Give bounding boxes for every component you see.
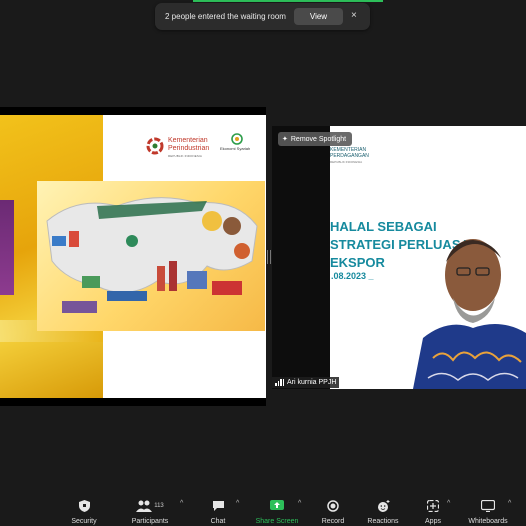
security-label: Security [71, 518, 97, 525]
participants-icon: 113 [136, 497, 164, 515]
apps-options-caret[interactable]: ^ [447, 500, 450, 507]
remove-spotlight-button[interactable]: ✦ Remove Spotlight [278, 132, 353, 146]
whiteboards-options-caret[interactable]: ^ [508, 500, 511, 507]
record-icon [327, 497, 339, 515]
waiting-room-message: 2 people entered the waiting room [165, 12, 286, 21]
slide-date: .08.2023 _ [331, 271, 374, 281]
speaker-name-tag: Ari kurnia PPJH [272, 377, 340, 388]
close-icon[interactable]: × [351, 10, 357, 21]
pin-icon: ✦ [282, 136, 288, 143]
chat-label: Chat [210, 518, 226, 525]
reactions-icon [377, 497, 390, 515]
apps-label: Apps [425, 518, 441, 525]
apps-icon [427, 497, 439, 515]
view-resize-handle[interactable] [267, 250, 271, 264]
participants-options-caret[interactable]: ^ [180, 500, 183, 507]
chat-button[interactable]: Chat [205, 490, 231, 526]
security-button[interactable]: Security [68, 490, 100, 526]
shared-screen-view: Kementerian Perindustrian REPUBLIK INDON… [0, 107, 266, 406]
kemendag-dept-line2: PERDAGANGAN [330, 153, 369, 159]
chat-options-caret[interactable]: ^ [236, 500, 239, 507]
shared-slide: Kementerian Perindustrian REPUBLIK INDON… [0, 115, 266, 398]
view-waiting-room-button[interactable]: View [294, 8, 343, 25]
world-map-illustration [46, 197, 258, 313]
halal-industry-illustration [37, 181, 265, 331]
kemenperin-logo-icon [146, 137, 164, 155]
whiteboards-label: Whiteboards [468, 518, 508, 525]
kemenperin-name-line2: Perindustrian [168, 145, 210, 152]
whiteboard-icon [481, 497, 495, 515]
waiting-room-notification: 2 people entered the waiting room View × [155, 3, 370, 30]
speaker-name: Ari kurnia PPJH [287, 379, 337, 386]
share-options-caret[interactable]: ^ [298, 500, 301, 507]
kemendag-sub: REPUBLIK INDONESIA [330, 160, 363, 164]
participants-label: Participants [131, 518, 169, 525]
speaker-person [413, 239, 526, 389]
kemenperin-name-line1: Kementerian [168, 137, 208, 144]
share-screen-button[interactable]: Share Screen [253, 490, 301, 526]
kemenperin-sub: REPUBLIK INDONESIA [168, 154, 202, 158]
active-speaker-indicator [193, 0, 383, 2]
participants-count: 113 [154, 503, 164, 509]
kemenperin-name: Kementerian Perindustrian [168, 137, 209, 153]
apps-button[interactable]: Apps [422, 490, 444, 526]
slide-purple-accent [0, 200, 14, 295]
share-screen-icon [270, 497, 284, 515]
signal-strength-icon [275, 379, 284, 386]
shield-icon [78, 497, 91, 515]
record-button[interactable]: Record [319, 490, 347, 526]
kemendag-department: KEMENTERIAN PERDAGANGAN [330, 147, 369, 159]
reactions-button[interactable]: Reactions [366, 490, 400, 526]
whiteboards-button[interactable]: Whiteboards [466, 490, 510, 526]
ekonomi-syariah-logo-icon [231, 133, 243, 145]
reactions-label: Reactions [367, 518, 399, 525]
remove-spotlight-label: Remove Spotlight [290, 135, 347, 143]
meeting-toolbar: Security 113 Participants ^ Chat ^ Share… [0, 490, 526, 526]
ekonomi-syariah-label: Ekonomi Syariah [220, 146, 251, 151]
participants-button[interactable]: 113 Participants [127, 490, 173, 526]
chat-icon [212, 497, 225, 515]
record-label: Record [321, 518, 345, 525]
share-screen-label: Share Screen [255, 518, 299, 525]
